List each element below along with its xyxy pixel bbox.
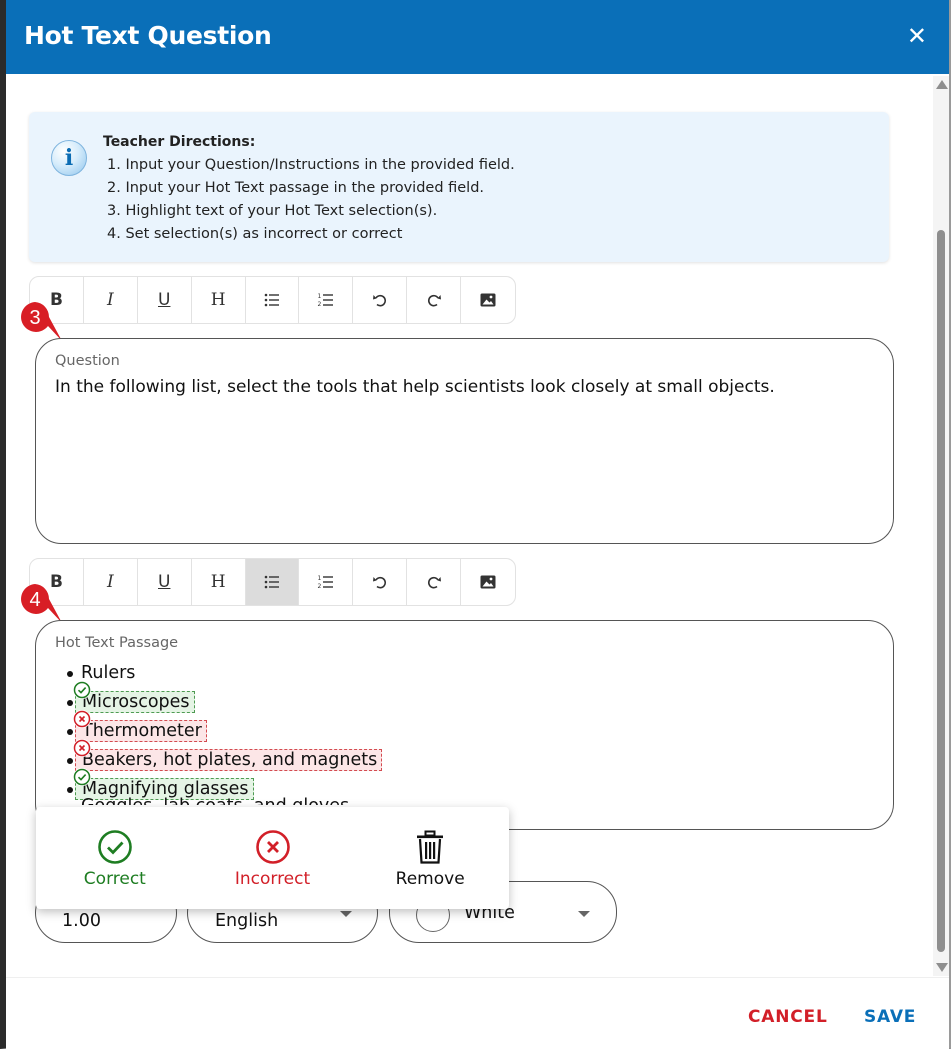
svg-text:2: 2 xyxy=(317,301,321,308)
bullet-list-icon[interactable] xyxy=(246,277,300,323)
directions-item: 2. Input your Hot Text passage in the pr… xyxy=(107,180,485,196)
chevron-down-icon xyxy=(340,911,352,917)
underline-button[interactable]: U xyxy=(138,559,192,605)
numbered-list-icon[interactable]: 12 xyxy=(299,559,354,605)
underline-button[interactable]: U xyxy=(138,277,192,323)
cancel-button[interactable]: CANCEL xyxy=(748,1007,828,1027)
step-4-number: 4 xyxy=(29,589,41,611)
incorrect-mark-icon[interactable] xyxy=(73,710,91,728)
hot-text-selection-incorrect[interactable]: Beakers, hot plates, and magnets xyxy=(75,749,383,771)
question-editor-toolbar: B I U H 12 xyxy=(29,276,516,324)
check-circle-icon xyxy=(98,830,132,864)
passage-editor-toolbar: B I U H 12 xyxy=(29,558,516,606)
list-item: Beakers, hot plates, and magnets xyxy=(59,739,383,775)
correct-mark-icon[interactable] xyxy=(73,768,91,786)
directions-item: 1. Input your Question/Instructions in t… xyxy=(107,157,515,173)
question-label: Question xyxy=(55,353,120,369)
svg-text:1: 1 xyxy=(317,293,321,300)
scroll-down-arrow-icon[interactable] xyxy=(936,963,948,972)
directions-item: 4. Set selection(s) as incorrect or corr… xyxy=(107,226,403,242)
mark-incorrect-button[interactable]: Incorrect xyxy=(194,807,352,909)
save-button[interactable]: SAVE xyxy=(864,1007,916,1027)
svg-text:2: 2 xyxy=(317,583,321,590)
directions-list: 1. Input your Question/Instructions in t… xyxy=(107,154,515,246)
chevron-down-icon xyxy=(578,911,590,917)
dialog-footer: CANCEL SAVE xyxy=(6,977,949,1049)
trash-icon xyxy=(417,830,444,864)
points-value: 1.00 xyxy=(62,911,101,931)
incorrect-label: Incorrect xyxy=(234,869,311,889)
incorrect-mark-icon[interactable] xyxy=(73,739,91,757)
hot-text-list: Rulers Microscopes Thermometer Beakers, … xyxy=(59,659,383,804)
step-3-number: 3 xyxy=(29,307,41,329)
italic-button[interactable]: I xyxy=(84,277,138,323)
hot-text-partial-item: Goggles, lab coats, and gloves xyxy=(81,793,349,805)
teacher-directions-box: i Teacher Directions: 1. Input your Ques… xyxy=(29,112,889,262)
list-item: Thermometer xyxy=(59,710,382,746)
correct-mark-icon[interactable] xyxy=(73,681,91,699)
hot-text-selection-incorrect[interactable]: Thermometer xyxy=(75,720,207,742)
image-icon[interactable] xyxy=(461,559,515,605)
list-item: Microscopes xyxy=(59,681,382,717)
remove-label: Remove xyxy=(395,869,465,889)
directions-item: 3. Highlight text of your Hot Text selec… xyxy=(107,203,438,219)
image-icon[interactable] xyxy=(461,277,515,323)
undo-icon[interactable] xyxy=(353,559,408,605)
hot-text-item: Rulers xyxy=(81,663,136,683)
close-icon[interactable]: ✕ xyxy=(907,24,927,48)
dialog-title: Hot Text Question xyxy=(24,21,272,50)
svg-text:1: 1 xyxy=(317,575,321,582)
bullet-list-icon[interactable] xyxy=(245,559,300,605)
question-text: In the following list, select the tools … xyxy=(55,377,775,397)
hot-text-passage-label: Hot Text Passage xyxy=(55,635,179,651)
dialog-header: Hot Text Question ✕ xyxy=(6,0,949,74)
info-icon: i xyxy=(51,140,87,176)
list-item: Rulers xyxy=(59,659,382,688)
mark-correct-button[interactable]: Correct xyxy=(36,807,194,909)
question-field[interactable]: Question In the following list, select t… xyxy=(35,338,894,544)
correct-label: Correct xyxy=(83,869,146,889)
hot-text-question-dialog: Hot Text Question ✕ i Teacher Directions… xyxy=(0,0,951,1049)
language-value: English xyxy=(215,911,279,931)
numbered-list-icon[interactable]: 12 xyxy=(299,277,354,323)
heading-button[interactable]: H xyxy=(192,277,246,323)
directions-title: Teacher Directions: xyxy=(103,134,256,150)
selection-action-popup: Correct Incorrect Remove xyxy=(36,807,509,909)
scroll-up-arrow-icon[interactable] xyxy=(936,80,948,89)
heading-button[interactable]: H xyxy=(192,559,246,605)
hot-text-passage-field[interactable]: Hot Text Passage Rulers Microscopes Ther… xyxy=(35,620,894,830)
remove-selection-button[interactable]: Remove xyxy=(351,807,509,909)
redo-icon[interactable] xyxy=(407,277,462,323)
scrollbar-thumb[interactable] xyxy=(937,230,945,952)
x-circle-icon xyxy=(255,830,290,864)
undo-icon[interactable] xyxy=(353,277,408,323)
italic-button[interactable]: I xyxy=(84,559,138,605)
redo-icon[interactable] xyxy=(407,559,462,605)
hot-text-selection-correct[interactable]: Microscopes xyxy=(75,691,195,713)
